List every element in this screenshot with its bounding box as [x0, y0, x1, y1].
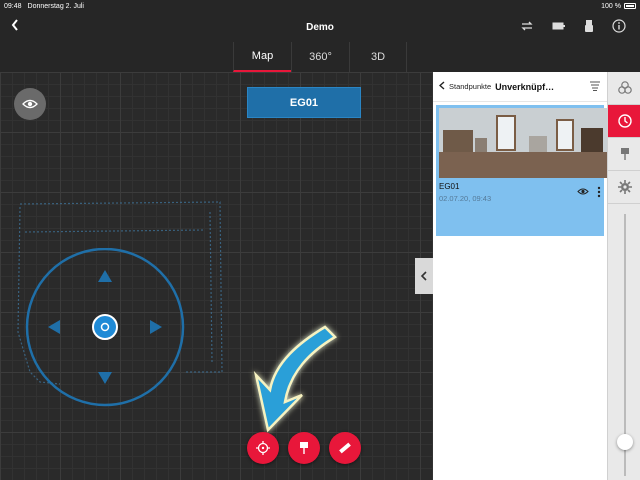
locate-button[interactable] — [247, 432, 279, 464]
layers-button[interactable] — [608, 72, 640, 105]
status-date: Donnerstag 2. Juli — [27, 2, 84, 10]
station-date: 02.07.20, 09:43 — [439, 194, 492, 203]
nav-bar: Demo — [0, 12, 640, 42]
chevron-left-icon — [420, 271, 427, 281]
pins-button[interactable] — [608, 138, 640, 171]
swap-icon[interactable] — [520, 20, 534, 35]
scanner-icon[interactable] — [584, 19, 594, 36]
view-tabs: Map 360° 3D — [0, 42, 640, 72]
tab-360[interactable]: 360° — [291, 42, 349, 72]
stations-button[interactable] — [608, 105, 640, 138]
measure-icon — [339, 442, 351, 454]
back-icon[interactable] — [10, 18, 20, 35]
pin-icon — [620, 148, 629, 160]
more-options-icon[interactable] — [597, 186, 601, 200]
status-time: 09:48 — [4, 2, 22, 10]
panel-title: Unverknüpf… — [495, 81, 555, 92]
tab-map[interactable]: Map — [233, 42, 291, 72]
list-item[interactable]: EG01 02.07.20, 09:43 — [436, 105, 607, 236]
settings-button[interactable] — [608, 171, 640, 204]
measure-button[interactable] — [329, 432, 361, 464]
battery-icon[interactable] — [552, 21, 566, 34]
stations-icon — [617, 114, 632, 128]
tab-3d[interactable]: 3D — [349, 42, 407, 72]
layers-icon — [617, 81, 632, 94]
panel-header: Standpunkte Unverknüpf… — [433, 72, 607, 102]
settings-icon — [617, 180, 632, 194]
stations-panel: Standpunkte Unverknüpf… EG01 02.07.20, 0… — [433, 72, 607, 480]
info-icon[interactable] — [612, 19, 626, 36]
target-icon — [256, 441, 270, 455]
eye-icon[interactable] — [577, 187, 589, 198]
page-title: Demo — [306, 21, 334, 33]
battery-icon — [624, 3, 636, 9]
battery-percent: 100 % — [601, 2, 621, 10]
tool-rail — [607, 72, 640, 480]
status-bar: 09:48 Donnerstag 2. Juli 100 % — [0, 0, 640, 12]
add-pin-button[interactable] — [288, 432, 320, 464]
highlight-arrow — [253, 325, 338, 433]
map-canvas[interactable]: EG01 — [0, 72, 433, 480]
breadcrumb[interactable]: Standpunkte — [449, 82, 491, 91]
zoom-slider-handle[interactable] — [617, 433, 633, 450]
sort-icon[interactable] — [589, 78, 601, 96]
station-thumbnail — [439, 108, 607, 178]
collapse-panel-button[interactable] — [415, 258, 433, 294]
pin-icon — [300, 442, 308, 454]
station-name: EG01 — [439, 182, 460, 191]
panel-back-icon[interactable] — [438, 80, 445, 93]
